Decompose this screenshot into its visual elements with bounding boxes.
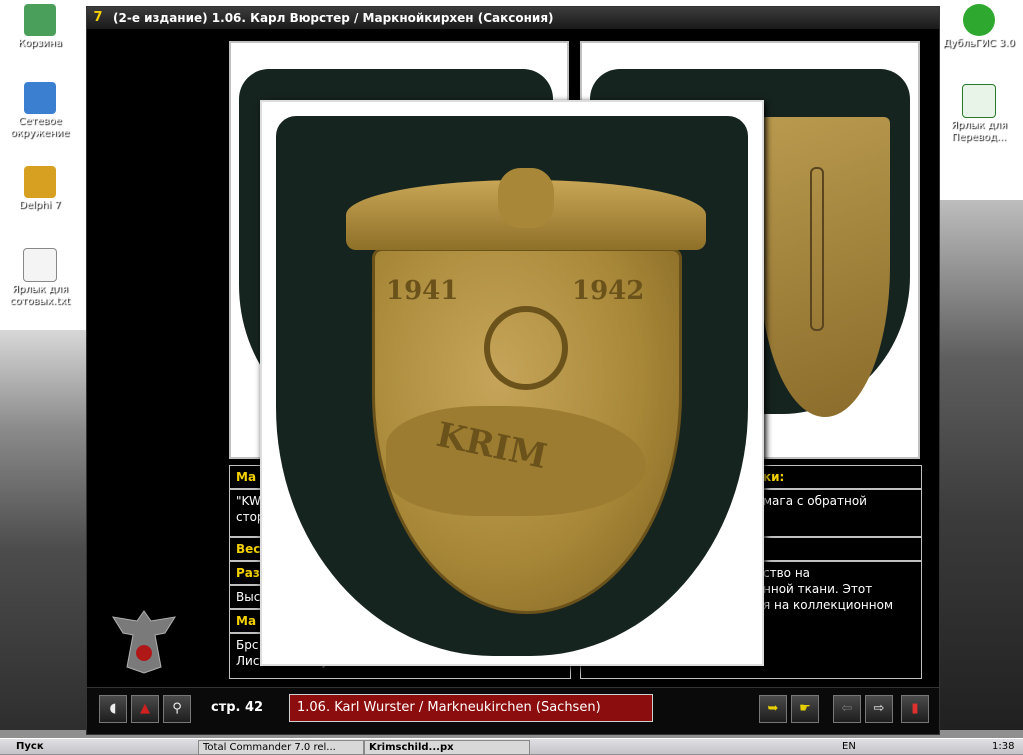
export-button[interactable]: ➥ [759, 695, 787, 723]
desktop-icon-label: Ярлык для Перевод... [950, 120, 1008, 143]
badge-reverse-image [760, 117, 890, 417]
pointer-button[interactable]: ☛ [791, 695, 819, 723]
clock: 1:38 [992, 741, 1015, 752]
text-file-shortcut-icon [23, 248, 57, 282]
info-heading: Раз [236, 566, 260, 580]
excel-shortcut-icon [962, 84, 996, 118]
dublgis-icon [963, 4, 995, 36]
info-heading: Ма [236, 470, 257, 484]
desktop-icon-excel-shortcut[interactable]: Ярлык для Перевод... [935, 84, 1023, 144]
sound-button[interactable]: ◖ [99, 695, 127, 723]
zoomed-badge-image[interactable]: 1941 1942 KRIM [260, 100, 764, 666]
back-arrow-icon: ⇦ [841, 701, 853, 716]
network-icon [24, 82, 56, 114]
badge-wreath [484, 306, 568, 390]
badge-year-right: 1942 [572, 276, 645, 306]
bottom-toolbar: ◖ ▲ ⚲ стр. 42 1.06. Karl Wurster / Markn… [87, 687, 939, 734]
start-button[interactable]: Пуск [0, 739, 52, 754]
sound-icon: ◖ [109, 701, 117, 716]
desktop-icon-label: Сетевое окружение [10, 116, 70, 139]
title-bar[interactable]: 7 (2-е издание) 1.06. Карл Вюрстер / Мар… [87, 7, 939, 29]
info-heading: ки: [763, 470, 785, 484]
recycle-bin-icon [24, 4, 56, 36]
map-button[interactable]: ▲ [131, 695, 159, 723]
info-heading: Ма [236, 614, 257, 628]
badge-eagle-head [498, 168, 554, 228]
forward-button[interactable]: ⇨ [865, 695, 893, 723]
back-button[interactable]: ⇦ [833, 695, 861, 723]
desktop-icon-label: Delphi 7 [19, 200, 61, 211]
language-indicator[interactable]: EN [842, 739, 856, 754]
zoom-button[interactable]: ⚲ [163, 695, 191, 723]
map-icon: ▲ [140, 701, 150, 716]
magnifier-icon: ⚲ [172, 701, 182, 716]
hand-pointer-icon: ☛ [799, 701, 811, 716]
exit-door-icon: ▮ [911, 701, 919, 716]
desktop-icon-label: Ярлык для сотовых.txt [9, 284, 71, 307]
taskbar: Пуск Total Commander 7.0 rel... Krimschi… [0, 738, 1023, 755]
forward-arrow-icon: ⇨ [873, 701, 885, 716]
badge-pin [810, 167, 824, 331]
desktop-icon-dublgis[interactable]: ДубльГИС 3.0 [935, 4, 1023, 50]
window-title: (2-е издание) 1.06. Карл Вюрстер / Маркн… [113, 11, 554, 25]
desktop-icon-label: ДубльГИС 3.0 [943, 38, 1015, 49]
desktop-icon-text-shortcut[interactable]: Ярлык для сотовых.txt [0, 248, 80, 308]
desktop-icon-network[interactable]: Сетевое окружение [0, 82, 80, 140]
item-caption: 1.06. Karl Wurster / Markneukirchen (Sac… [289, 694, 653, 722]
badge-cloth: 1941 1942 KRIM [276, 116, 748, 656]
page-number: стр. 42 [211, 700, 264, 715]
eagle-logo-icon [111, 610, 177, 674]
desktop-icon-recycle-bin[interactable]: Корзина [0, 4, 80, 50]
desktop-icon-delphi[interactable]: Delphi 7 [0, 166, 80, 212]
info-text: Выс [236, 590, 261, 604]
app-icon: 7 [93, 10, 103, 25]
info-heading: Вес [236, 542, 261, 556]
export-icon: ➥ [767, 701, 779, 716]
desktop-icon-label: Корзина [17, 38, 63, 49]
exit-button[interactable]: ▮ [901, 695, 929, 723]
badge-year-left: 1941 [386, 276, 459, 306]
delphi-icon [24, 166, 56, 198]
